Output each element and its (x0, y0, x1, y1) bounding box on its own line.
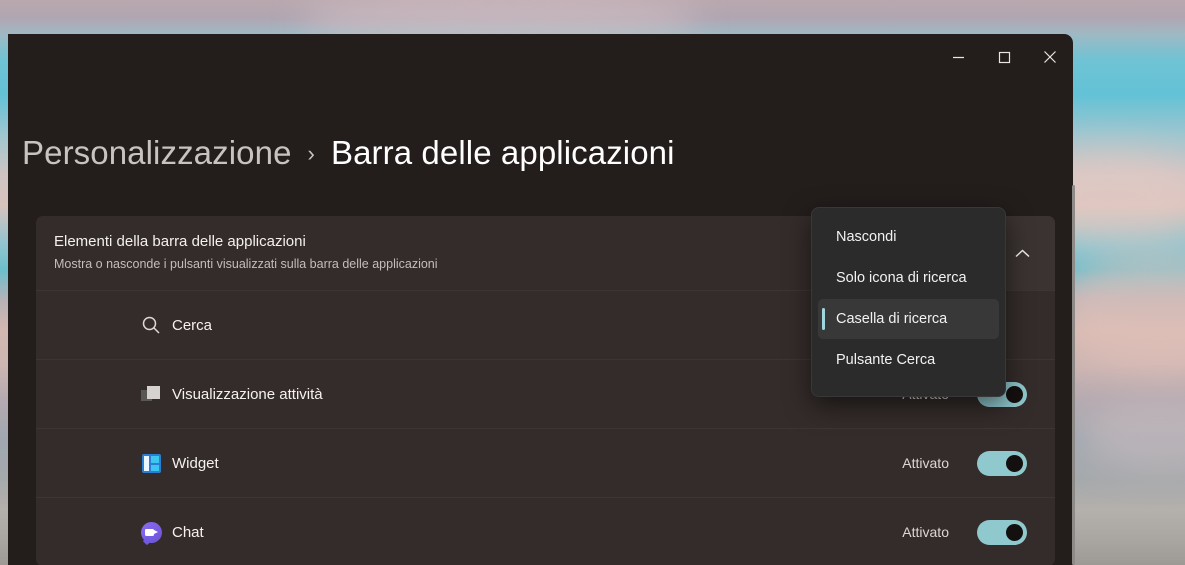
cloud-shape (1060, 250, 1185, 370)
cloud-shape (1080, 400, 1185, 470)
screen: Personalizzazione › Barra delle applicaz… (0, 0, 1185, 565)
row-state-label: Attivato (902, 524, 949, 540)
dropdown-item-solo-icona-di-ricerca[interactable]: Solo icona di ricerca (818, 258, 999, 298)
page-title: Barra delle applicazioni (330, 134, 675, 171)
toggle-knob (1006, 454, 1023, 472)
row-chat[interactable]: Chat Attivato (36, 497, 1055, 565)
vertical-scrollbar[interactable] (1070, 185, 1076, 565)
breadcrumb-parent-link[interactable]: Personalizzazione (22, 134, 292, 172)
maximize-button[interactable] (981, 34, 1027, 80)
window-controls (935, 34, 1073, 80)
dropdown-item-label: Nascondi (836, 229, 897, 245)
dropdown-item-label: Casella di ricerca (836, 311, 948, 327)
close-button[interactable] (1027, 34, 1073, 80)
row-toggle[interactable] (977, 450, 1027, 476)
dropdown-item-pulsante-cerca[interactable]: Pulsante Cerca (818, 340, 999, 380)
row-control: Attivato (902, 519, 1027, 545)
widget-icon (140, 452, 162, 474)
scrollbar-thumb[interactable] (1071, 185, 1075, 565)
row-label: Widget (172, 454, 219, 472)
breadcrumb-separator-icon: › (307, 141, 315, 166)
chat-icon (140, 521, 162, 545)
close-icon (1044, 51, 1056, 63)
search-mode-dropdown: Nascondi Solo icona di ricerca Casella d… (811, 207, 1006, 397)
minimize-button[interactable] (935, 34, 981, 80)
dropdown-item-casella-di-ricerca[interactable]: Casella di ricerca (818, 299, 999, 339)
maximize-icon (998, 51, 1010, 63)
row-label: Visualizzazione attività (172, 385, 323, 403)
dropdown-item-label: Solo icona di ricerca (836, 270, 967, 286)
taskview-icon (140, 383, 162, 405)
row-label: Chat (172, 523, 204, 541)
dropdown-item-label: Pulsante Cerca (836, 352, 936, 368)
row-label: Cerca (172, 316, 213, 334)
minimize-icon (952, 56, 964, 58)
row-widget[interactable]: Widget Attivato (36, 428, 1055, 497)
row-control: Attivato (902, 450, 1027, 476)
row-toggle[interactable] (977, 519, 1027, 545)
breadcrumb: Personalizzazione › Barra delle applicaz… (22, 134, 675, 172)
chevron-up-icon (1014, 248, 1030, 257)
toggle-knob (1006, 385, 1023, 403)
settings-window: Personalizzazione › Barra delle applicaz… (8, 34, 1073, 565)
toggle-knob (1006, 523, 1023, 541)
title-bar[interactable] (8, 34, 1073, 80)
dropdown-item-nascondi[interactable]: Nascondi (818, 217, 999, 257)
row-state-label: Attivato (902, 455, 949, 471)
search-icon (140, 314, 162, 336)
